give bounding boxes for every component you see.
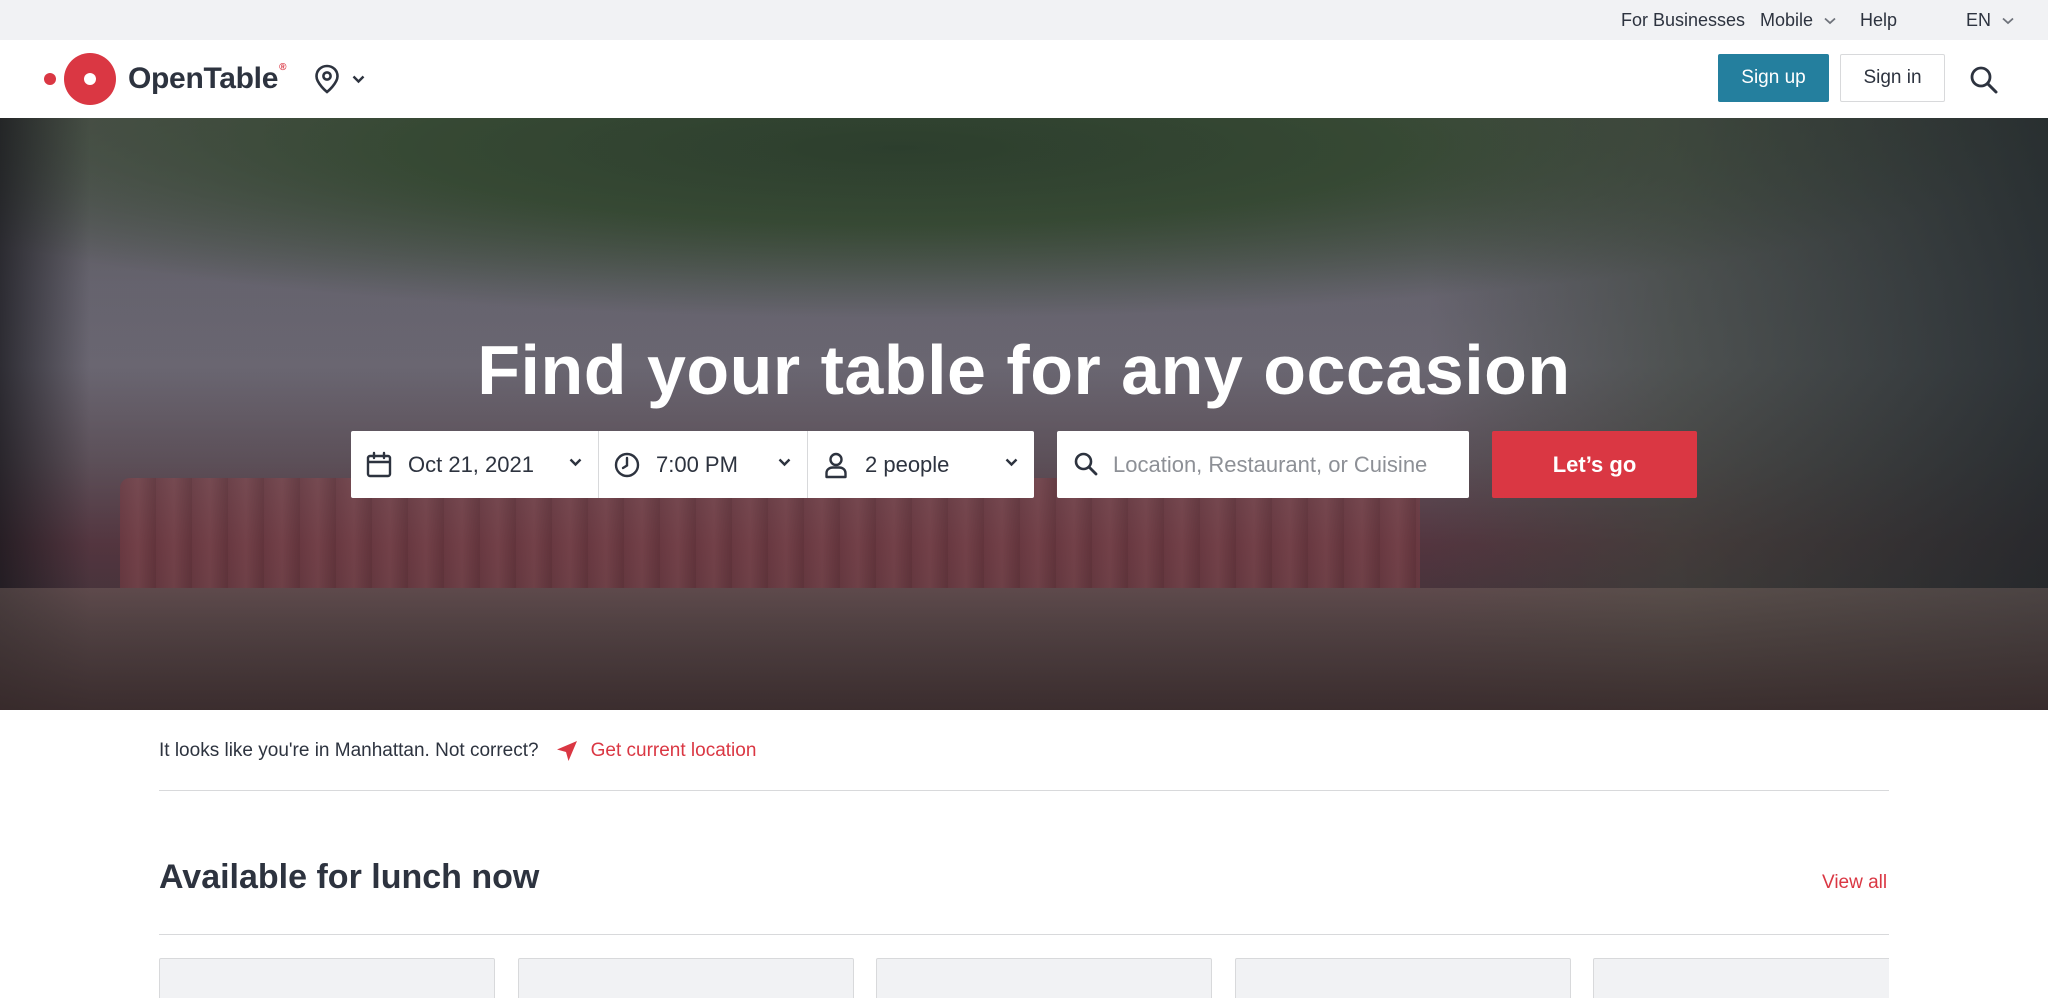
logo-dot — [44, 73, 56, 85]
restaurant-card-row — [159, 958, 1889, 998]
restaurant-search-field — [1057, 431, 1469, 498]
get-current-location-label: Get current location — [590, 740, 757, 761]
location-notice-text: It looks like you're in Manhattan. Not c… — [159, 740, 539, 761]
hero-banner: Find your table for any occasion — [0, 118, 2048, 710]
navigation-arrow-icon — [556, 741, 577, 761]
logo-registered-mark: ® — [279, 62, 287, 73]
language-label: EN — [1966, 10, 1992, 30]
location-picker[interactable] — [314, 62, 365, 96]
location-notice: It looks like you're in Manhattan. Not c… — [159, 735, 756, 767]
mobile-menu-label: Mobile — [1760, 10, 1814, 30]
search-icon — [1074, 452, 1098, 476]
restaurant-card[interactable] — [876, 958, 1212, 998]
restaurant-card[interactable] — [1593, 958, 1889, 998]
view-all-link[interactable]: View all — [1822, 872, 1887, 894]
site-header: OpenTable® Sign up Sign in — [0, 40, 2048, 118]
chevron-down-icon — [1824, 18, 1836, 25]
logo-brand-text: OpenTable — [128, 62, 279, 95]
hero-background-tables — [0, 588, 2048, 710]
party-size-value: 2 people — [865, 452, 950, 477]
map-pin-icon — [315, 64, 339, 94]
person-icon — [825, 452, 847, 479]
date-value: Oct 21, 2021 — [408, 452, 534, 477]
get-current-location-link[interactable]: Get current location — [555, 739, 757, 763]
chevron-down-icon — [569, 458, 582, 467]
language-menu[interactable]: EN — [1966, 0, 2014, 40]
logo-ring — [64, 53, 116, 105]
clock-icon — [614, 452, 640, 478]
date-picker[interactable]: Oct 21, 2021 — [351, 431, 599, 498]
section-divider — [159, 934, 1889, 935]
section-divider — [159, 790, 1889, 791]
time-picker[interactable]: 7:00 PM — [599, 431, 808, 498]
restaurant-card[interactable] — [159, 958, 495, 998]
chevron-down-icon — [2002, 18, 2014, 25]
restaurant-card[interactable] — [518, 958, 854, 998]
chevron-down-icon — [1005, 458, 1018, 467]
restaurant-card[interactable] — [1235, 958, 1571, 998]
sign-in-button[interactable]: Sign in — [1840, 54, 1945, 102]
help-link[interactable]: Help — [1860, 0, 1897, 40]
search-icon[interactable] — [1968, 64, 2000, 96]
chevron-down-icon — [778, 458, 791, 467]
hero-title: Find your table for any occasion — [477, 331, 1571, 409]
for-businesses-link[interactable]: For Businesses — [1621, 0, 1745, 40]
sign-up-button[interactable]: Sign up — [1718, 54, 1829, 102]
utility-bar: For Businesses Mobile Help EN — [0, 0, 2048, 40]
party-size-picker[interactable]: 2 people — [808, 431, 1034, 498]
chevron-down-icon — [352, 75, 365, 83]
opentable-logo[interactable]: OpenTable® — [44, 53, 286, 105]
time-value: 7:00 PM — [656, 452, 738, 477]
section-title: Available for lunch now — [159, 858, 540, 896]
logo-wordmark: OpenTable® — [128, 62, 286, 96]
search-input[interactable] — [1113, 431, 1453, 498]
lets-go-button[interactable]: Let’s go — [1492, 431, 1697, 498]
mobile-menu[interactable]: Mobile — [1760, 0, 1836, 40]
calendar-icon — [366, 451, 392, 478]
reservation-picker-group: Oct 21, 2021 7:00 PM 2 people — [351, 431, 1034, 498]
